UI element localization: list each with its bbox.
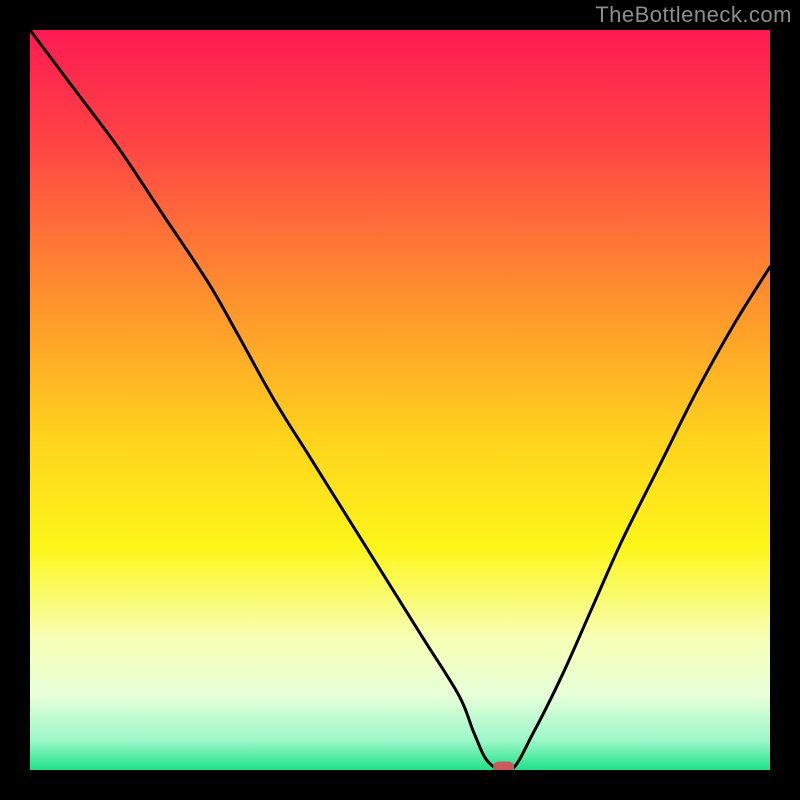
plot-area	[30, 30, 770, 770]
watermark-text: TheBottleneck.com	[595, 2, 792, 28]
chart-svg	[30, 30, 770, 770]
optimal-point-marker	[494, 762, 514, 770]
gradient-background	[30, 30, 770, 770]
chart-frame: TheBottleneck.com	[0, 0, 800, 800]
